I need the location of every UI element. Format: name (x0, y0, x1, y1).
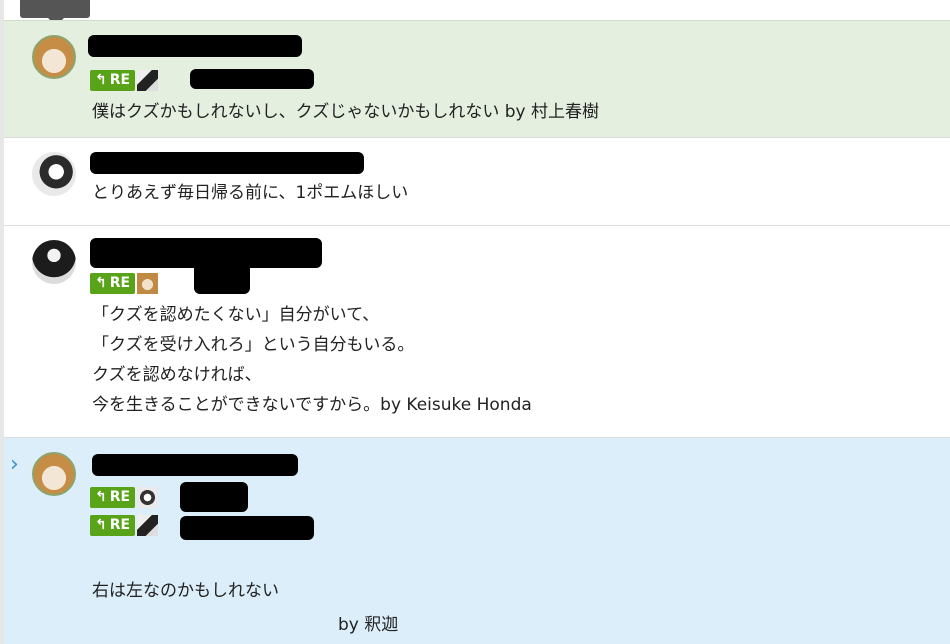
retweet-row: ↰ RE (90, 272, 159, 294)
chevron-right-icon[interactable]: › (10, 452, 19, 477)
reply-arrow-icon: ↰ (95, 275, 107, 291)
timeline-post[interactable]: ↰ RE 僕はクズかもしれないし、クズじゃないかもしれない by 村上春樹 (4, 20, 950, 138)
redacted-username (92, 454, 298, 476)
avatar[interactable] (32, 152, 76, 196)
tooltip (20, 0, 90, 26)
retweeter-avatar[interactable] (137, 69, 159, 91)
retweet-label: RE (109, 517, 131, 533)
post-text: とりあえず毎日帰る前に、1ポエムほしい (92, 183, 409, 203)
avatar[interactable] (32, 35, 76, 79)
retweet-badge[interactable]: ↰ RE (90, 69, 136, 91)
retweeter-avatar[interactable] (137, 272, 159, 294)
timeline-post[interactable]: › ↰ RE ↰ RE 右は左なのかもしれない by 釈迦 (4, 438, 950, 644)
redacted-retweeter (180, 516, 314, 540)
retweet-label: RE (109, 489, 131, 505)
redacted-retweeter (194, 262, 250, 294)
post-text-line: 「クズを認めたくない」自分がいて、 (92, 305, 380, 325)
reply-arrow-icon: ↰ (95, 517, 107, 533)
retweet-row: ↰ RE (90, 514, 159, 536)
post-text-line: 右は左なのかもしれない (92, 581, 279, 601)
retweeter-avatar[interactable] (137, 514, 159, 536)
reply-arrow-icon: ↰ (95, 489, 107, 505)
retweet-badge[interactable]: ↰ RE (90, 272, 136, 294)
redacted-retweeter (180, 482, 248, 512)
retweet-badge[interactable]: ↰ RE (90, 486, 136, 508)
post-text: 僕はクズかもしれないし、クズじゃないかもしれない by 村上春樹 (92, 102, 599, 122)
retweet-label: RE (109, 275, 131, 291)
retweet-row: ↰ RE (90, 69, 159, 91)
avatar[interactable] (32, 452, 76, 496)
post-attribution: by 釈迦 (338, 615, 399, 635)
post-text-line: 「クズを受け入れろ」という自分もいる。 (92, 335, 415, 355)
retweet-badge[interactable]: ↰ RE (90, 514, 136, 536)
avatar[interactable] (32, 240, 76, 284)
timeline-post[interactable]: ↰ RE 「クズを認めたくない」自分がいて、 「クズを受け入れろ」という自分もい… (4, 226, 950, 438)
retweet-row: ↰ RE (90, 486, 159, 508)
redacted-username (90, 152, 364, 174)
redacted-retweeter (190, 69, 314, 89)
post-text-line: 今を生きることができないですから。by Keisuke Honda (92, 395, 532, 415)
retweet-label: RE (109, 72, 131, 88)
redacted-username (88, 35, 302, 57)
timeline-post[interactable]: とりあえず毎日帰る前に、1ポエムほしい (4, 138, 950, 226)
retweeter-avatar[interactable] (137, 486, 159, 508)
reply-arrow-icon: ↰ (95, 72, 107, 88)
post-text-line: クズを認めなければ、 (92, 365, 262, 385)
